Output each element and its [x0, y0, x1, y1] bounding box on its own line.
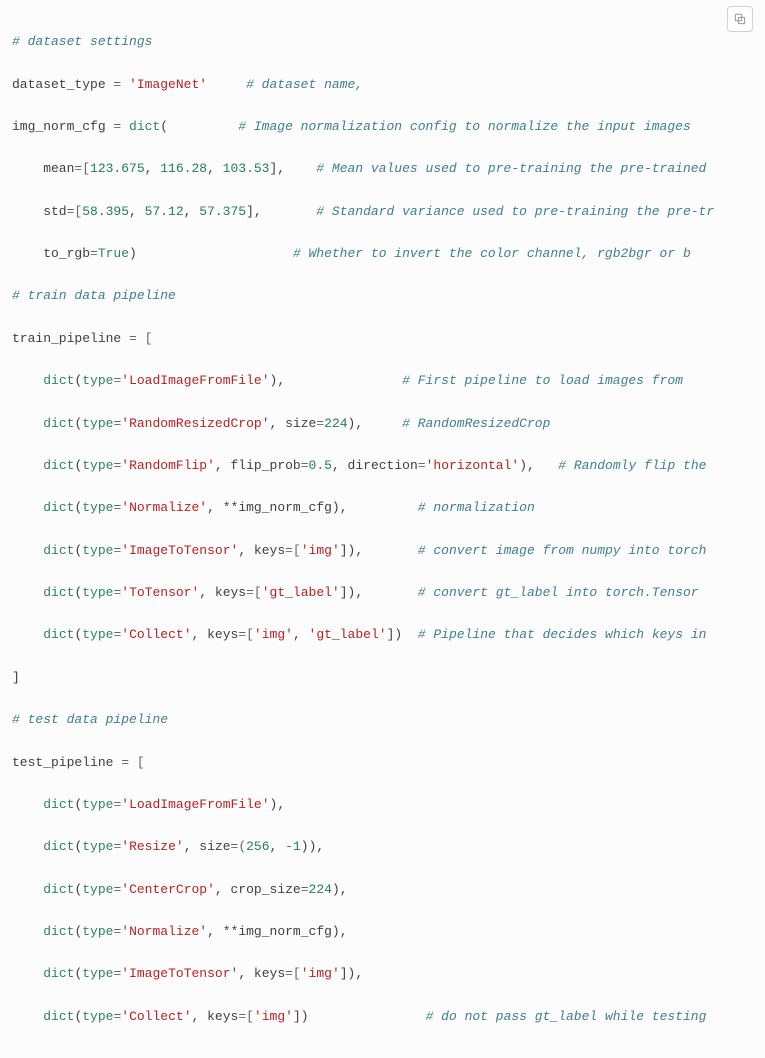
comment: # Whether to invert the color channel, r…	[293, 246, 691, 261]
comment: # train data pipeline	[12, 288, 176, 303]
code-line: dict(type='Collect', keys=['img']) # do …	[12, 1006, 765, 1027]
code-line: mean=[123.675, 116.28, 103.53], # Mean v…	[12, 158, 765, 179]
comment: # Standard variance used to pre-training…	[316, 204, 714, 219]
code-line: dict(type='RandomResizedCrop', size=224)…	[12, 413, 765, 434]
code-line: # dataset settings	[12, 31, 765, 52]
comment: # normalization	[418, 500, 535, 515]
code-block: # dataset settings dataset_type = 'Image…	[12, 10, 765, 1048]
comment: # Image normalization config to normaliz…	[238, 119, 690, 134]
copy-icon	[733, 12, 747, 26]
comment: # Mean values used to pre-training the p…	[316, 161, 706, 176]
comment: # do not pass gt_label while testing	[426, 1009, 707, 1024]
comment: # convert image from numpy into torch	[418, 543, 707, 558]
code-line: dict(type='CenterCrop', crop_size=224),	[12, 879, 765, 900]
comment: # dataset settings	[12, 34, 152, 49]
comment: # Pipeline that decides which keys in	[418, 627, 707, 642]
code-line: # train data pipeline	[12, 285, 765, 306]
code-line: train_pipeline = [	[12, 328, 765, 349]
code-line: dict(type='Normalize', **img_norm_cfg), …	[12, 497, 765, 518]
comment: # Randomly flip the	[558, 458, 706, 473]
code-line: ]	[12, 667, 765, 688]
comment: # convert gt_label into torch.Tensor	[418, 585, 699, 600]
comment: # test data pipeline	[12, 712, 168, 727]
code-line: to_rgb=True) # Whether to invert the col…	[12, 243, 765, 264]
code-line: dict(type='Collect', keys=['img', 'gt_la…	[12, 624, 765, 645]
comment: # dataset name,	[246, 77, 363, 92]
code-line: dict(type='Resize', size=(256, -1)),	[12, 836, 765, 857]
code-line: dict(type='LoadImageFromFile'), # First …	[12, 370, 765, 391]
code-line: dataset_type = 'ImageNet' # dataset name…	[12, 74, 765, 95]
code-line: dict(type='Normalize', **img_norm_cfg),	[12, 921, 765, 942]
copy-button[interactable]	[727, 6, 753, 32]
code-line: dict(type='ImageToTensor', keys=['img'])…	[12, 963, 765, 984]
code-line: dict(type='ToTensor', keys=['gt_label'])…	[12, 582, 765, 603]
code-line: # test data pipeline	[12, 709, 765, 730]
code-line: std=[58.395, 57.12, 57.375], # Standard …	[12, 201, 765, 222]
code-line: img_norm_cfg = dict( # Image normalizati…	[12, 116, 765, 137]
code-line: dict(type='ImageToTensor', keys=['img'])…	[12, 540, 765, 561]
code-line: dict(type='LoadImageFromFile'),	[12, 794, 765, 815]
code-line: dict(type='RandomFlip', flip_prob=0.5, d…	[12, 455, 765, 476]
comment: # First pipeline to load images from	[402, 373, 683, 388]
code-line: test_pipeline = [	[12, 752, 765, 773]
comment: # RandomResizedCrop	[402, 416, 550, 431]
